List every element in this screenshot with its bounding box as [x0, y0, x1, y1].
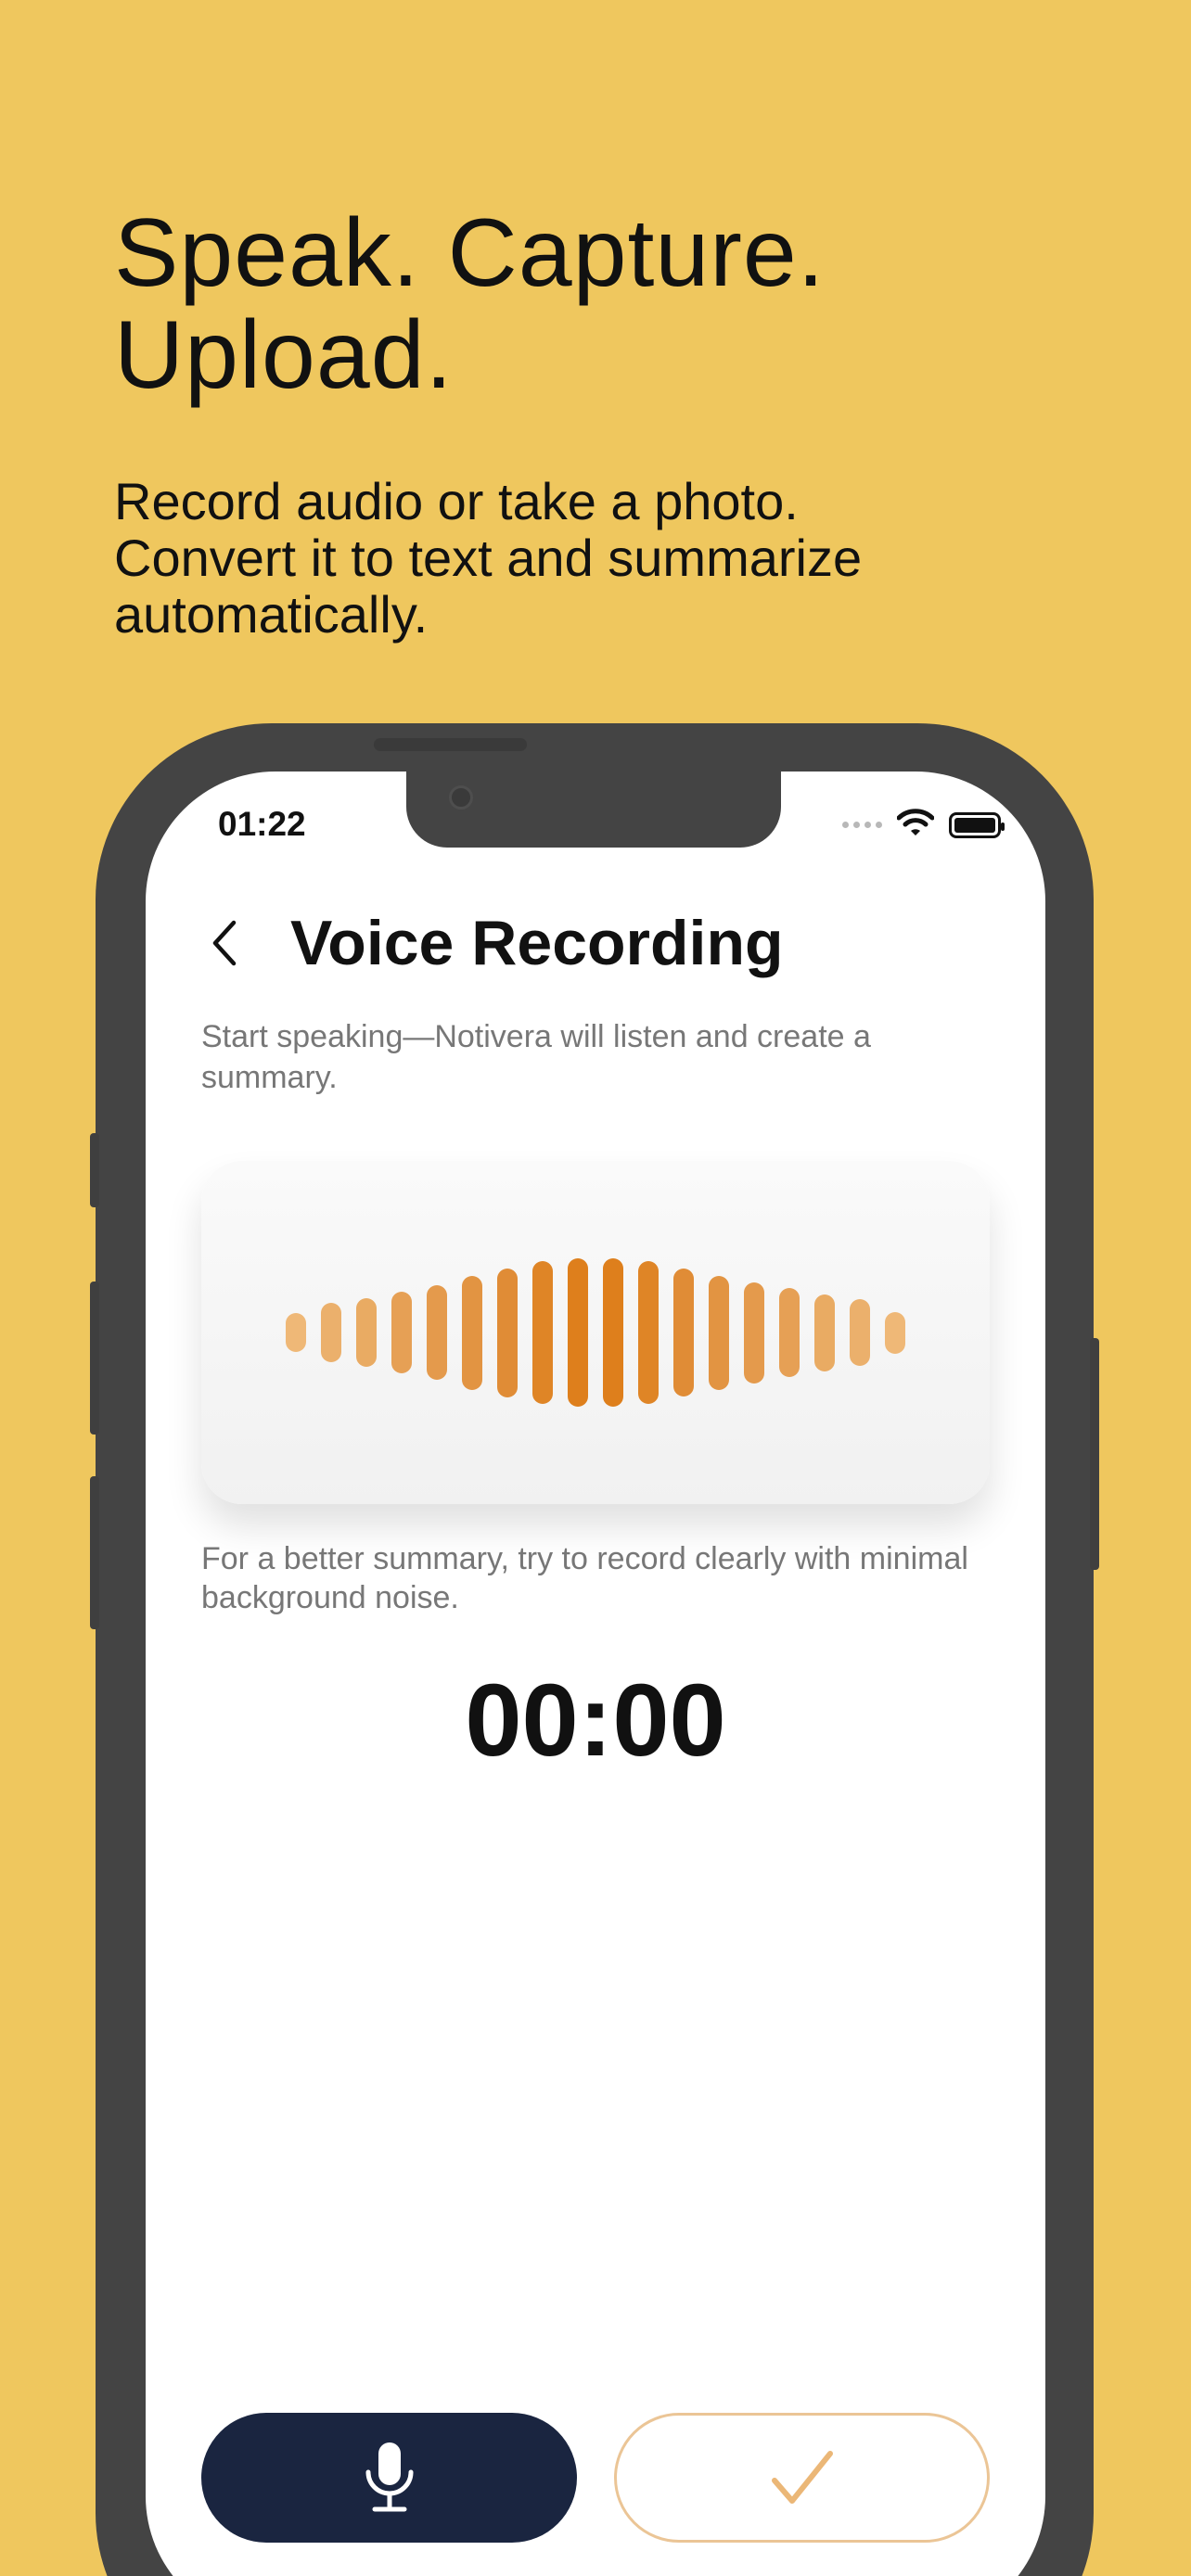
headline-line: Upload. — [114, 301, 454, 409]
microphone-icon — [365, 2442, 413, 2512]
phone-power-button — [1090, 1338, 1099, 1570]
subhead-line: Convert it to text and summarize — [114, 529, 863, 587]
front-camera — [449, 785, 473, 810]
waveform-bar — [286, 1313, 306, 1352]
waveform-bar — [673, 1269, 694, 1396]
marketing-subhead: Record audio or take a photo. Convert it… — [114, 473, 1088, 643]
app-store-screenshot: Speak. Capture. Upload. Record audio or … — [0, 0, 1191, 2576]
waveform-bar — [850, 1299, 870, 1366]
phone-screen: 01:22 Voice Recording Start speaking—Not… — [146, 772, 1045, 2576]
waveform-bar — [462, 1275, 482, 1390]
phone-volume-down — [90, 1476, 99, 1629]
phone-speaker — [374, 738, 527, 751]
record-button[interactable] — [201, 2413, 577, 2543]
subhead-line: Record audio or take a photo. — [114, 472, 799, 530]
phone-silent-switch — [90, 1133, 99, 1207]
signal-dots-icon — [842, 822, 882, 828]
waveform-card — [201, 1161, 990, 1504]
chevron-left-icon — [212, 920, 237, 966]
phone-volume-up — [90, 1282, 99, 1435]
battery-icon — [949, 811, 1005, 838]
tip-text: For a better summary, try to record clea… — [201, 1541, 968, 1615]
checkmark-icon — [771, 2451, 833, 2504]
page-title: Voice Recording — [290, 908, 784, 978]
waveform-bar — [356, 1298, 377, 1367]
phone-notch — [406, 772, 781, 848]
status-icons — [842, 809, 1005, 841]
status-time: 01:22 — [218, 805, 306, 843]
back-button[interactable] — [201, 915, 248, 971]
waveform-bar — [638, 1261, 659, 1404]
waveform-bar — [532, 1261, 553, 1404]
waveform-bar — [709, 1275, 729, 1390]
recording-timer: 00:00 — [465, 1664, 726, 1778]
waveform-bar — [814, 1294, 835, 1371]
wifi-icon — [896, 809, 935, 841]
subhead-line: automatically. — [114, 585, 429, 644]
waveform — [201, 1161, 990, 1504]
headline-line: Speak. Capture. — [114, 199, 826, 307]
waveform-bar — [497, 1268, 518, 1397]
waveform-bar — [779, 1288, 800, 1377]
waveform-bar — [744, 1282, 764, 1384]
marketing-headline: Speak. Capture. Upload. — [114, 202, 826, 406]
waveform-bar — [321, 1303, 341, 1362]
done-button[interactable] — [614, 2413, 990, 2543]
waveform-bar — [391, 1292, 412, 1373]
waveform-bar — [568, 1258, 588, 1407]
intro-text: Start speaking—Notivera will listen and … — [201, 1019, 871, 1095]
waveform-bar — [885, 1311, 905, 1354]
waveform-bar — [603, 1258, 623, 1407]
waveform-bar — [427, 1285, 447, 1380]
nav-bar: Voice Recording — [201, 901, 784, 985]
